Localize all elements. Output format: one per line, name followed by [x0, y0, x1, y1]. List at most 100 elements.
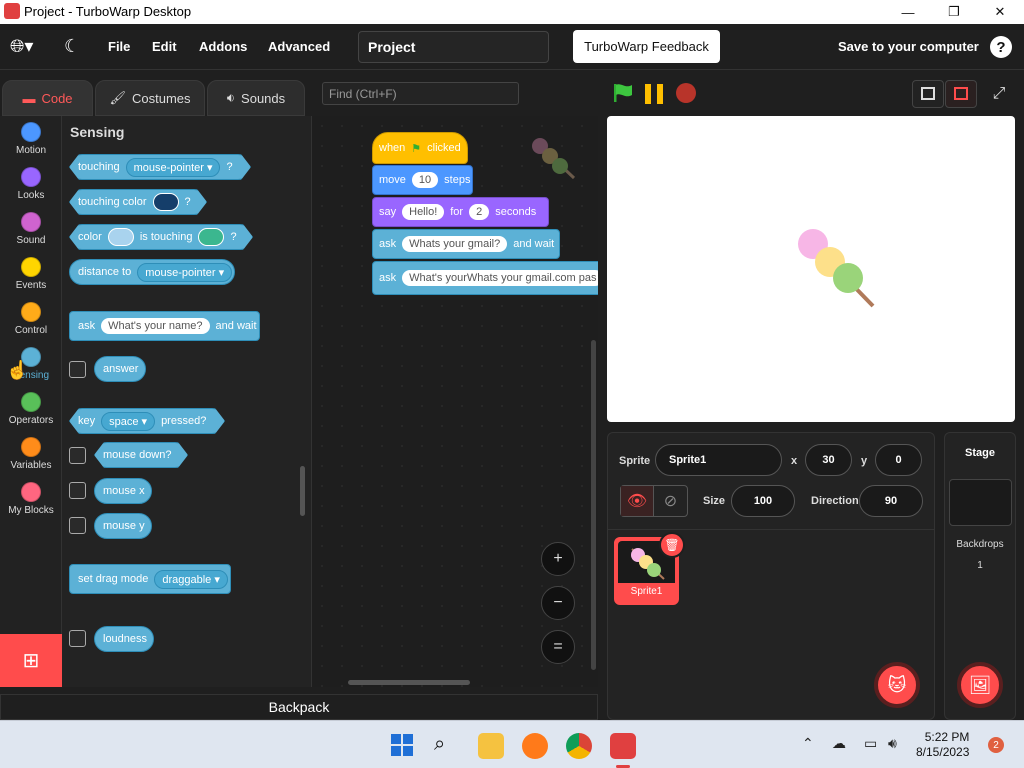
block-distance-to[interactable]: distance to mouse-pointer ▾: [69, 259, 235, 285]
block-answer[interactable]: answer: [94, 356, 146, 382]
feedback-button[interactable]: TurboWarp Feedback: [573, 30, 720, 63]
show-eye-icon[interactable]: 👁︎: [621, 486, 655, 516]
file-explorer-icon[interactable]: [478, 733, 504, 759]
block-color-touching-color[interactable]: color is touching?: [69, 224, 253, 250]
cloud-icon[interactable]: ☁︎: [832, 735, 846, 752]
project-title-input[interactable]: Project: [358, 31, 549, 63]
block-ask-password[interactable]: ask What's yourWhats your gmail.com pas: [372, 261, 598, 295]
move-steps-input[interactable]: 10: [411, 172, 439, 188]
sprite-name-input[interactable]: Sprite1: [655, 444, 782, 476]
tab-code[interactable]: ▬ Code: [2, 80, 93, 116]
chrome-icon[interactable]: [566, 733, 592, 759]
palette-scrollbar[interactable]: [300, 466, 305, 516]
close-button[interactable]: ✕: [977, 0, 1023, 24]
block-key-pressed[interactable]: key space ▾ pressed?: [69, 408, 225, 434]
x-input[interactable]: 30: [805, 444, 852, 476]
add-backdrop-button[interactable]: 🖼︎: [957, 662, 1003, 708]
say-text-input[interactable]: Hello!: [402, 204, 445, 220]
block-ask-gmail[interactable]: ask Whats your gmail? and wait: [372, 229, 560, 259]
category-events[interactable]: Events: [0, 251, 62, 291]
clock[interactable]: 5:22 PM 8/15/2023: [916, 730, 969, 760]
workspace-horizontal-scrollbar[interactable]: [348, 680, 470, 685]
add-sprite-button[interactable]: 🐱︎: [874, 662, 920, 708]
distance-target-dropdown[interactable]: mouse-pointer ▾: [137, 262, 233, 282]
block-mouse-x[interactable]: mouse x: [94, 478, 152, 504]
ask-password-input[interactable]: What's yourWhats your gmail.com pas: [402, 270, 598, 286]
network-icon[interactable]: ▭: [864, 735, 877, 752]
say-seconds-input[interactable]: 2: [469, 204, 490, 220]
category-looks[interactable]: Looks: [0, 161, 62, 201]
globe-icon[interactable]: 🌐︎▾: [10, 36, 33, 57]
firefox-icon[interactable]: [522, 733, 548, 759]
block-touching[interactable]: touching mouse-pointer ▾?: [69, 154, 251, 180]
block-loudness[interactable]: loudness: [94, 626, 154, 652]
category-motion[interactable]: Motion: [0, 116, 62, 156]
color-swatch[interactable]: [153, 193, 179, 211]
normal-stage-button[interactable]: [945, 80, 977, 108]
stage-thumbnail[interactable]: [949, 479, 1012, 526]
chevron-up-icon[interactable]: ⌃: [802, 735, 814, 752]
stage-canvas[interactable]: [607, 116, 1015, 422]
block-say-for-secs[interactable]: say Hello! for 2 seconds: [372, 197, 549, 227]
pause-button[interactable]: [644, 83, 666, 105]
color-swatch[interactable]: [108, 228, 134, 246]
tab-costumes[interactable]: 🖌︎ Costumes: [95, 80, 205, 116]
hide-eye-icon[interactable]: ⊘: [654, 486, 687, 516]
find-input[interactable]: Find (Ctrl+F): [322, 82, 519, 105]
mouse-y-checkbox[interactable]: [69, 517, 86, 534]
block-touching-color[interactable]: touching color?: [69, 189, 207, 215]
block-set-drag-mode[interactable]: set drag mode draggable ▾: [69, 564, 231, 594]
maximize-button[interactable]: ❐: [931, 0, 977, 24]
menu-advanced[interactable]: Advanced: [268, 39, 330, 54]
category-sound[interactable]: Sound: [0, 206, 62, 246]
mouse-x-checkbox[interactable]: [69, 482, 86, 499]
color-swatch[interactable]: [198, 228, 224, 246]
volume-icon[interactable]: 🔊︎: [888, 735, 897, 752]
mouse-down-checkbox[interactable]: [69, 447, 86, 464]
green-flag-button[interactable]: [612, 82, 634, 104]
turbowarp-taskbar-icon[interactable]: [610, 733, 636, 759]
ask-text-input[interactable]: What's your name?: [101, 318, 210, 334]
ask-gmail-input[interactable]: Whats your gmail?: [402, 236, 508, 252]
menu-addons[interactable]: Addons: [199, 39, 247, 54]
loudness-checkbox[interactable]: [69, 630, 86, 647]
block-move-steps[interactable]: move 10 steps: [372, 165, 473, 195]
zoom-reset-button[interactable]: =: [541, 630, 575, 664]
workspace-vertical-scrollbar[interactable]: [591, 340, 596, 670]
moon-icon[interactable]: ☾: [64, 36, 80, 57]
backpack-bar[interactable]: Backpack: [0, 694, 598, 720]
answer-checkbox[interactable]: [69, 361, 86, 378]
delete-sprite-icon[interactable]: 🗑︎: [659, 532, 685, 558]
tab-sounds[interactable]: 🔉︎ Sounds: [207, 80, 305, 116]
search-icon[interactable]: ⌕: [434, 733, 460, 759]
notification-badge[interactable]: 2: [988, 737, 1004, 753]
drag-mode-dropdown[interactable]: draggable ▾: [154, 569, 228, 589]
direction-input[interactable]: 90: [859, 485, 923, 517]
category-operators[interactable]: Operators: [0, 386, 62, 426]
script-workspace[interactable]: when ⚑ clicked move 10 steps say Hello! for 2 se…: [312, 116, 598, 687]
small-stage-button[interactable]: [912, 80, 944, 108]
category-control[interactable]: Control: [0, 296, 62, 336]
fullscreen-icon[interactable]: ⤢: [984, 80, 1014, 108]
size-input[interactable]: 100: [731, 485, 795, 517]
save-to-computer-button[interactable]: Save to your computer: [838, 39, 979, 54]
zoom-out-button[interactable]: −: [541, 586, 575, 620]
category-variables[interactable]: Variables: [0, 431, 62, 471]
menu-edit[interactable]: Edit: [152, 39, 177, 54]
windows-start-icon[interactable]: [390, 733, 416, 759]
stop-button[interactable]: [676, 83, 696, 103]
touching-target-dropdown[interactable]: mouse-pointer ▾: [126, 158, 221, 177]
block-ask-and-wait[interactable]: ask What's your name? and wait: [69, 311, 260, 341]
sprite-dango[interactable]: [795, 228, 875, 308]
minimize-button[interactable]: —: [885, 0, 931, 24]
block-mouse-down[interactable]: mouse down?: [94, 442, 188, 468]
help-icon[interactable]: ?: [990, 36, 1012, 58]
key-dropdown[interactable]: space ▾: [101, 412, 155, 431]
block-mouse-y[interactable]: mouse y: [94, 513, 152, 539]
y-input[interactable]: 0: [875, 444, 922, 476]
add-extension-button[interactable]: ⊞: [0, 634, 62, 687]
zoom-in-button[interactable]: +: [541, 542, 575, 576]
category-my-blocks[interactable]: My Blocks: [0, 476, 62, 516]
block-when-flag-clicked[interactable]: when ⚑ clicked: [372, 132, 468, 164]
menu-file[interactable]: File: [108, 39, 130, 54]
